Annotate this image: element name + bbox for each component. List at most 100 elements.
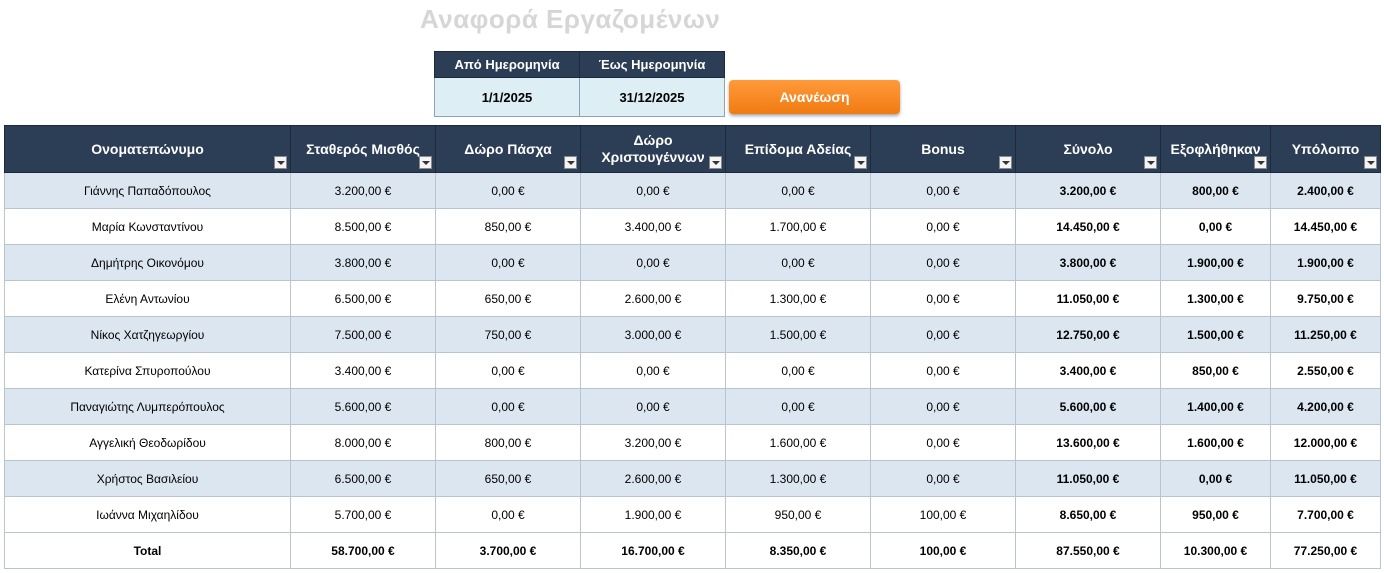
cell-christmas-bonus[interactable]: 3.200,00 € [580, 424, 726, 461]
cell-total[interactable]: 11.050,00 € [1015, 280, 1161, 317]
cell-balance[interactable]: 4.200,00 € [1270, 388, 1381, 425]
cell-name[interactable]: Νίκος Χατζηγεωργίου [4, 316, 291, 353]
cell-christmas-bonus[interactable]: 3.400,00 € [580, 208, 726, 245]
cell-bonus[interactable]: 0,00 € [870, 244, 1016, 281]
cell-christmas-bonus[interactable]: 0,00 € [580, 172, 726, 209]
total-balance[interactable]: 77.250,00 € [1270, 532, 1381, 569]
filter-dropdown-icon[interactable] [709, 156, 722, 169]
cell-leave-allowance[interactable]: 0,00 € [725, 388, 871, 425]
cell-easter-bonus[interactable]: 850,00 € [435, 208, 581, 245]
cell-christmas-bonus[interactable]: 2.600,00 € [580, 460, 726, 497]
filter-dropdown-icon[interactable] [1144, 156, 1157, 169]
cell-christmas-bonus[interactable]: 0,00 € [580, 352, 726, 389]
cell-paid[interactable]: 800,00 € [1160, 172, 1271, 209]
cell-name[interactable]: Ελένη Αντωνίου [4, 280, 291, 317]
cell-bonus[interactable]: 0,00 € [870, 388, 1016, 425]
cell-name[interactable]: Μαρία Κωνσταντίνου [4, 208, 291, 245]
cell-total[interactable]: 13.600,00 € [1015, 424, 1161, 461]
filter-dropdown-icon[interactable] [419, 156, 432, 169]
cell-base-salary[interactable]: 6.500,00 € [290, 460, 436, 497]
to-date-input[interactable]: 31/12/2025 [579, 77, 725, 117]
cell-christmas-bonus[interactable]: 0,00 € [580, 388, 726, 425]
cell-balance[interactable]: 11.050,00 € [1270, 460, 1381, 497]
cell-total[interactable]: 3.200,00 € [1015, 172, 1161, 209]
filter-dropdown-icon[interactable] [274, 156, 287, 169]
total-name[interactable]: Total [4, 532, 291, 569]
cell-easter-bonus[interactable]: 650,00 € [435, 280, 581, 317]
cell-paid[interactable]: 1.900,00 € [1160, 244, 1271, 281]
cell-bonus[interactable]: 100,00 € [870, 496, 1016, 533]
cell-paid[interactable]: 0,00 € [1160, 460, 1271, 497]
cell-balance[interactable]: 1.900,00 € [1270, 244, 1381, 281]
cell-bonus[interactable]: 0,00 € [870, 280, 1016, 317]
cell-total[interactable]: 11.050,00 € [1015, 460, 1161, 497]
cell-total[interactable]: 14.450,00 € [1015, 208, 1161, 245]
cell-bonus[interactable]: 0,00 € [870, 424, 1016, 461]
cell-easter-bonus[interactable]: 0,00 € [435, 172, 581, 209]
cell-total[interactable]: 3.800,00 € [1015, 244, 1161, 281]
total-total[interactable]: 87.550,00 € [1015, 532, 1161, 569]
cell-balance[interactable]: 7.700,00 € [1270, 496, 1381, 533]
cell-total[interactable]: 12.750,00 € [1015, 316, 1161, 353]
cell-base-salary[interactable]: 5.700,00 € [290, 496, 436, 533]
cell-balance[interactable]: 2.550,00 € [1270, 352, 1381, 389]
cell-christmas-bonus[interactable]: 2.600,00 € [580, 280, 726, 317]
cell-name[interactable]: Παναγιώτης Λυμπερόπουλος [4, 388, 291, 425]
cell-bonus[interactable]: 0,00 € [870, 352, 1016, 389]
cell-leave-allowance[interactable]: 1.500,00 € [725, 316, 871, 353]
cell-easter-bonus[interactable]: 750,00 € [435, 316, 581, 353]
cell-leave-allowance[interactable]: 0,00 € [725, 172, 871, 209]
cell-name[interactable]: Αγγελική Θεοδωρίδου [4, 424, 291, 461]
cell-bonus[interactable]: 0,00 € [870, 172, 1016, 209]
cell-name[interactable]: Γιάννης Παπαδόπουλος [4, 172, 291, 209]
from-date-input[interactable]: 1/1/2025 [434, 77, 580, 117]
cell-total[interactable]: 5.600,00 € [1015, 388, 1161, 425]
cell-paid[interactable]: 0,00 € [1160, 208, 1271, 245]
refresh-button[interactable]: Ανανέωση [729, 80, 900, 114]
cell-christmas-bonus[interactable]: 3.000,00 € [580, 316, 726, 353]
cell-easter-bonus[interactable]: 800,00 € [435, 424, 581, 461]
cell-paid[interactable]: 1.500,00 € [1160, 316, 1271, 353]
total-christmas-bonus[interactable]: 16.700,00 € [580, 532, 726, 569]
total-base-salary[interactable]: 58.700,00 € [290, 532, 436, 569]
cell-leave-allowance[interactable]: 1.300,00 € [725, 280, 871, 317]
filter-dropdown-icon[interactable] [1364, 156, 1377, 169]
cell-base-salary[interactable]: 3.800,00 € [290, 244, 436, 281]
cell-paid[interactable]: 950,00 € [1160, 496, 1271, 533]
cell-total[interactable]: 8.650,00 € [1015, 496, 1161, 533]
cell-base-salary[interactable]: 8.500,00 € [290, 208, 436, 245]
cell-bonus[interactable]: 0,00 € [870, 460, 1016, 497]
cell-leave-allowance[interactable]: 1.600,00 € [725, 424, 871, 461]
cell-base-salary[interactable]: 3.200,00 € [290, 172, 436, 209]
filter-dropdown-icon[interactable] [999, 156, 1012, 169]
cell-base-salary[interactable]: 7.500,00 € [290, 316, 436, 353]
cell-christmas-bonus[interactable]: 1.900,00 € [580, 496, 726, 533]
total-easter-bonus[interactable]: 3.700,00 € [435, 532, 581, 569]
cell-bonus[interactable]: 0,00 € [870, 316, 1016, 353]
cell-paid[interactable]: 1.600,00 € [1160, 424, 1271, 461]
cell-base-salary[interactable]: 8.000,00 € [290, 424, 436, 461]
cell-balance[interactable]: 9.750,00 € [1270, 280, 1381, 317]
cell-paid[interactable]: 1.300,00 € [1160, 280, 1271, 317]
filter-dropdown-icon[interactable] [1254, 156, 1267, 169]
cell-base-salary[interactable]: 3.400,00 € [290, 352, 436, 389]
total-leave-allowance[interactable]: 8.350,00 € [725, 532, 871, 569]
cell-paid[interactable]: 1.400,00 € [1160, 388, 1271, 425]
cell-leave-allowance[interactable]: 0,00 € [725, 352, 871, 389]
cell-name[interactable]: Χρήστος Βασιλείου [4, 460, 291, 497]
total-bonus[interactable]: 100,00 € [870, 532, 1016, 569]
cell-christmas-bonus[interactable]: 0,00 € [580, 244, 726, 281]
cell-easter-bonus[interactable]: 0,00 € [435, 244, 581, 281]
cell-balance[interactable]: 2.400,00 € [1270, 172, 1381, 209]
cell-paid[interactable]: 850,00 € [1160, 352, 1271, 389]
cell-base-salary[interactable]: 6.500,00 € [290, 280, 436, 317]
cell-leave-allowance[interactable]: 0,00 € [725, 244, 871, 281]
cell-name[interactable]: Κατερίνα Σπυροπούλου [4, 352, 291, 389]
cell-balance[interactable]: 12.000,00 € [1270, 424, 1381, 461]
cell-easter-bonus[interactable]: 0,00 € [435, 352, 581, 389]
cell-bonus[interactable]: 0,00 € [870, 208, 1016, 245]
cell-balance[interactable]: 14.450,00 € [1270, 208, 1381, 245]
cell-easter-bonus[interactable]: 0,00 € [435, 496, 581, 533]
filter-dropdown-icon[interactable] [564, 156, 577, 169]
cell-total[interactable]: 3.400,00 € [1015, 352, 1161, 389]
